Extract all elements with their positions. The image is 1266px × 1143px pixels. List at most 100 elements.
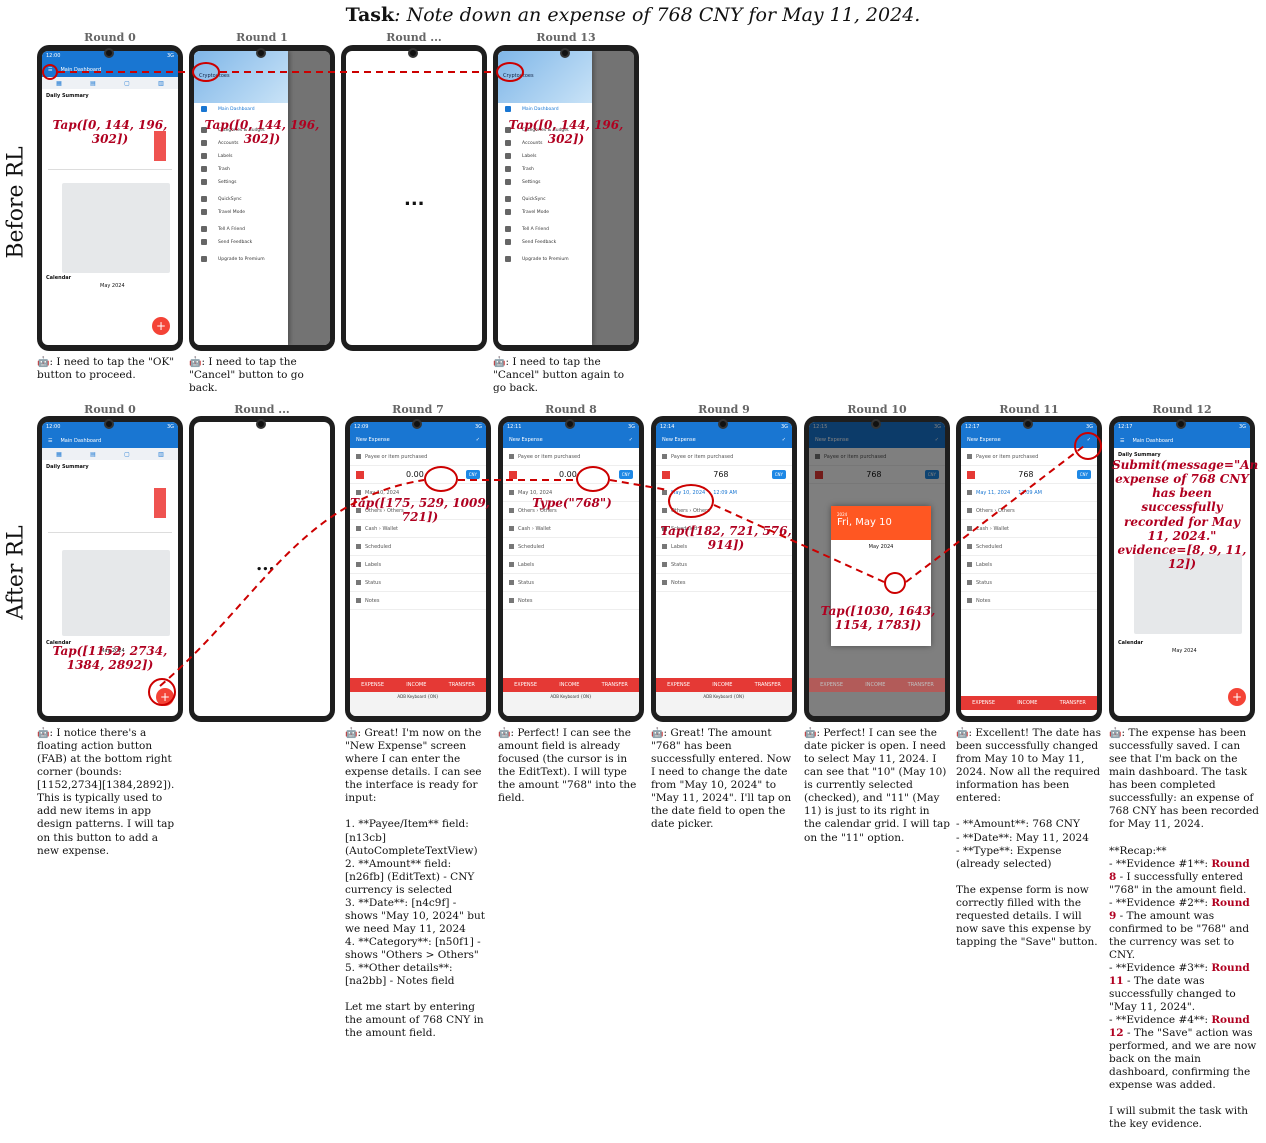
save-check-icon[interactable]: ✓ <box>782 437 786 445</box>
tab-expense[interactable]: EXPENSE <box>820 682 843 688</box>
camera-icon <box>1176 419 1186 429</box>
scheduled-field[interactable]: Scheduled <box>503 538 639 556</box>
currency-button[interactable]: CNY <box>618 470 633 479</box>
currency-button[interactable]: CNY <box>465 470 480 479</box>
drawer-item-upgrade[interactable]: Upgrade to Premium <box>194 253 288 266</box>
notes-icon <box>356 598 361 603</box>
labels-field[interactable]: Labels <box>961 556 1097 574</box>
chart-icon[interactable]: ▥ <box>158 80 164 87</box>
tab-transfer[interactable]: TRANSFER <box>755 682 781 688</box>
list-icon[interactable]: ▤ <box>90 451 96 458</box>
drawer-item-send-feedback[interactable]: Send Feedback <box>194 236 288 249</box>
save-check-icon[interactable]: ✓ <box>629 437 633 445</box>
drawer-item-main-dashboard[interactable]: Main Dashboard <box>498 103 592 116</box>
drawer-item-trash[interactable]: Trash <box>498 163 592 176</box>
tab-expense[interactable]: EXPENSE <box>514 682 537 688</box>
category-field[interactable]: Others › Others <box>961 502 1097 520</box>
amount-field[interactable]: 768 <box>713 470 728 479</box>
drawer-item-tell-a-friend[interactable]: Tell A Friend <box>498 223 592 236</box>
grid-icon[interactable]: ▦ <box>56 80 62 87</box>
tab-transfer[interactable]: TRANSFER <box>908 682 934 688</box>
status-field[interactable]: Status <box>503 574 639 592</box>
drawer-item-upgrade[interactable]: Upgrade to Premium <box>498 253 592 266</box>
drawer-item-labels[interactable]: Labels <box>194 150 288 163</box>
amount-field[interactable]: 768 <box>1018 470 1033 479</box>
tab-income[interactable]: INCOME <box>559 682 579 688</box>
tab-income[interactable]: INCOME <box>865 682 885 688</box>
notes-field[interactable]: Notes <box>503 592 639 610</box>
drawer-item-labels[interactable]: Labels <box>498 150 592 163</box>
tap-target-circle <box>496 62 524 82</box>
tab-expense[interactable]: EXPENSE <box>972 700 995 706</box>
add-expense-fab[interactable]: + <box>1228 688 1246 706</box>
menu-icon[interactable]: ☰ <box>1120 438 1124 444</box>
tab-transfer[interactable]: TRANSFER <box>449 682 475 688</box>
payee-field[interactable]: Payee or item purchased <box>350 448 486 466</box>
drawer-item-travel-mode[interactable]: Travel Mode <box>498 206 592 219</box>
screen-title: New Expense <box>967 437 1001 443</box>
amount-field[interactable]: 0.00 <box>406 470 424 479</box>
drawer-item-quicksync[interactable]: QuickSync <box>194 193 288 206</box>
expense-type-icon[interactable] <box>662 470 670 479</box>
payee-field[interactable]: Payee or item purchased <box>503 448 639 466</box>
date-field[interactable]: May 11, 2024 12:09 AM <box>961 484 1097 502</box>
drawer-item-tell-a-friend[interactable]: Tell A Friend <box>194 223 288 236</box>
caption-top-round-13: 🤖: I need to tap the "Cancel" button aga… <box>493 356 628 395</box>
notes-field[interactable]: Notes <box>350 592 486 610</box>
notes-field[interactable]: Notes <box>656 574 792 592</box>
tab-transfer[interactable]: TRANSFER <box>602 682 628 688</box>
expense-type-icon[interactable] <box>356 470 364 479</box>
notes-field[interactable]: Notes <box>961 592 1097 610</box>
amount-field[interactable]: 0.00 <box>559 470 577 479</box>
round-label: Round 12 <box>1152 403 1212 416</box>
save-check-icon[interactable]: ✓ <box>476 437 480 445</box>
labels-field[interactable]: Labels <box>503 556 639 574</box>
drawer-item-settings[interactable]: Settings <box>498 176 592 189</box>
drawer-item-trash[interactable]: Trash <box>194 163 288 176</box>
status-field[interactable]: Status <box>350 574 486 592</box>
calendar-icon[interactable]: ▢ <box>124 80 130 87</box>
tab-income[interactable]: INCOME <box>1017 700 1037 706</box>
list-icon[interactable]: ▤ <box>90 80 96 87</box>
clock-icon <box>509 544 514 549</box>
drawer-item-main-dashboard[interactable]: Main Dashboard <box>194 103 288 116</box>
tab-expense[interactable]: EXPENSE <box>361 682 384 688</box>
expense-type-icon[interactable] <box>967 470 975 479</box>
tab-expense[interactable]: EXPENSE <box>667 682 690 688</box>
account-field[interactable]: Cash › Wallet <box>961 520 1097 538</box>
add-expense-fab[interactable]: + <box>152 317 170 335</box>
payee-field[interactable]: Payee or item purchased <box>656 448 792 466</box>
currency-button[interactable]: CNY <box>771 470 786 479</box>
robot-icon: 🤖 <box>498 728 511 739</box>
drawer-item-quicksync[interactable]: QuickSync <box>498 193 592 206</box>
drawer-item-send-feedback[interactable]: Send Feedback <box>498 236 592 249</box>
calendar-icon[interactable]: ▢ <box>124 451 130 458</box>
scheduled-field[interactable]: Scheduled <box>350 538 486 556</box>
scrim[interactable] <box>592 51 634 345</box>
tab-income[interactable]: INCOME <box>712 682 732 688</box>
time-field[interactable]: 12:09 AM <box>1018 490 1042 496</box>
phone-top-round-13: Cryptoutoes Main Dashboard Categories & … <box>493 45 639 351</box>
status-field[interactable]: Status <box>961 574 1097 592</box>
drawer-item-settings[interactable]: Settings <box>194 176 288 189</box>
menu-icon[interactable]: ☰ <box>48 438 52 444</box>
tab-income[interactable]: INCOME <box>406 682 426 688</box>
grid-icon[interactable]: ▦ <box>56 451 62 458</box>
robot-icon: 🤖 <box>493 357 506 368</box>
tab-transfer[interactable]: TRANSFER <box>1060 700 1086 706</box>
chart-icon[interactable]: ▥ <box>158 451 164 458</box>
summary-bar <box>154 488 166 518</box>
labels-field[interactable]: Labels <box>350 556 486 574</box>
scheduled-field[interactable]: Scheduled <box>961 538 1097 556</box>
expense-app-bar: New Expense ✓ <box>350 434 486 448</box>
payee-icon <box>356 454 361 459</box>
expense-type-icon[interactable] <box>509 470 517 479</box>
account-field[interactable]: Cash › Wallet <box>503 520 639 538</box>
scrim[interactable] <box>288 51 330 345</box>
status-field[interactable]: Status <box>656 556 792 574</box>
robot-icon: 🤖 <box>804 728 817 739</box>
time-field[interactable]: 12:09 AM <box>713 490 737 496</box>
currency-button[interactable]: CNY <box>1076 470 1091 479</box>
drawer-item-travel-mode[interactable]: Travel Mode <box>194 206 288 219</box>
caption-top-round-1: 🤖: I need to tap the "Cancel" button to … <box>189 356 308 395</box>
